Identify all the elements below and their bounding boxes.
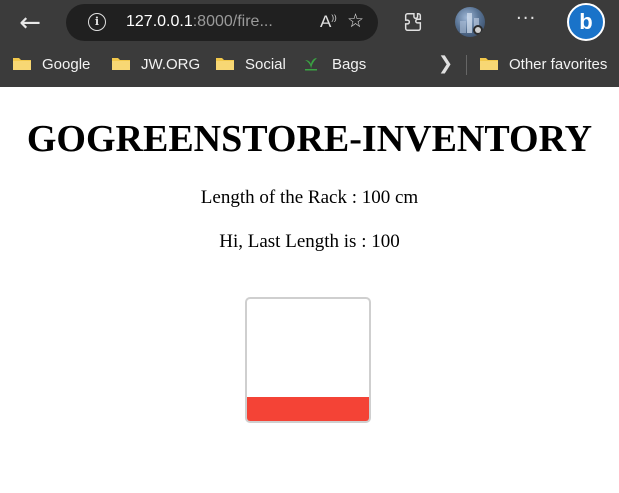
url-text[interactable]: 127.0.0.1:8000/fire... (126, 13, 273, 31)
bookmarks-divider (466, 55, 467, 75)
rack-length-text: Length of the Rack : 100 cm (200, 187, 419, 208)
more-options-icon[interactable]: ··· (516, 8, 536, 29)
chevron-right-icon[interactable]: ❯ (438, 53, 453, 74)
address-bar[interactable]: i 127.0.0.1:8000/fire... A)) ☆ (66, 4, 378, 41)
profile-avatar[interactable] (455, 7, 485, 37)
extensions-icon[interactable] (402, 11, 424, 33)
add-favorite-icon[interactable]: ☆ (347, 10, 364, 32)
rack-level-fill (247, 396, 369, 421)
bookmark-label: Bags (332, 56, 367, 73)
bookmarks-bar: Google JW.ORG Social Bags ❯ Other favori… (0, 44, 619, 87)
bookmark-google[interactable]: Google (12, 54, 90, 76)
rack-level-gauge (245, 297, 371, 423)
bookmark-bags[interactable]: Bags (302, 54, 366, 76)
bookmark-label: JW.ORG (141, 56, 201, 73)
bookmark-social[interactable]: Social (215, 54, 286, 76)
browser-toolbar: ← i 127.0.0.1:8000/fire... A)) ☆ ··· b (0, 0, 619, 44)
url-host: 127.0.0.1 (126, 13, 193, 30)
folder-icon (112, 57, 130, 70)
bookmark-label: Social (245, 56, 286, 73)
back-arrow-icon[interactable]: ← (14, 10, 46, 36)
bookmark-jworg[interactable]: JW.ORG (111, 54, 200, 76)
page-content: GOGREENSTORE-INVENTORY Length of the Rac… (0, 87, 619, 493)
read-aloud-icon[interactable]: A)) (320, 12, 337, 32)
leaf-favicon-icon (305, 58, 317, 71)
bing-copilot-icon[interactable]: b (567, 3, 605, 41)
last-length-text: Hi, Last Length is : 100 (219, 231, 400, 252)
browser-chrome: ← i 127.0.0.1:8000/fire... A)) ☆ ··· b G… (0, 0, 619, 87)
bookmark-other-favorites[interactable]: Other favorites (479, 54, 607, 76)
folder-icon (480, 57, 498, 70)
folder-icon (216, 57, 234, 70)
avatar-image (460, 13, 483, 35)
site-info-icon[interactable]: i (88, 13, 106, 31)
bookmark-label: Google (42, 56, 91, 73)
folder-icon (13, 57, 31, 70)
url-path: :8000/fire... (192, 13, 273, 30)
page-title: GOGREENSTORE-INVENTORY (26, 118, 593, 160)
bookmark-label: Other favorites (509, 56, 608, 73)
